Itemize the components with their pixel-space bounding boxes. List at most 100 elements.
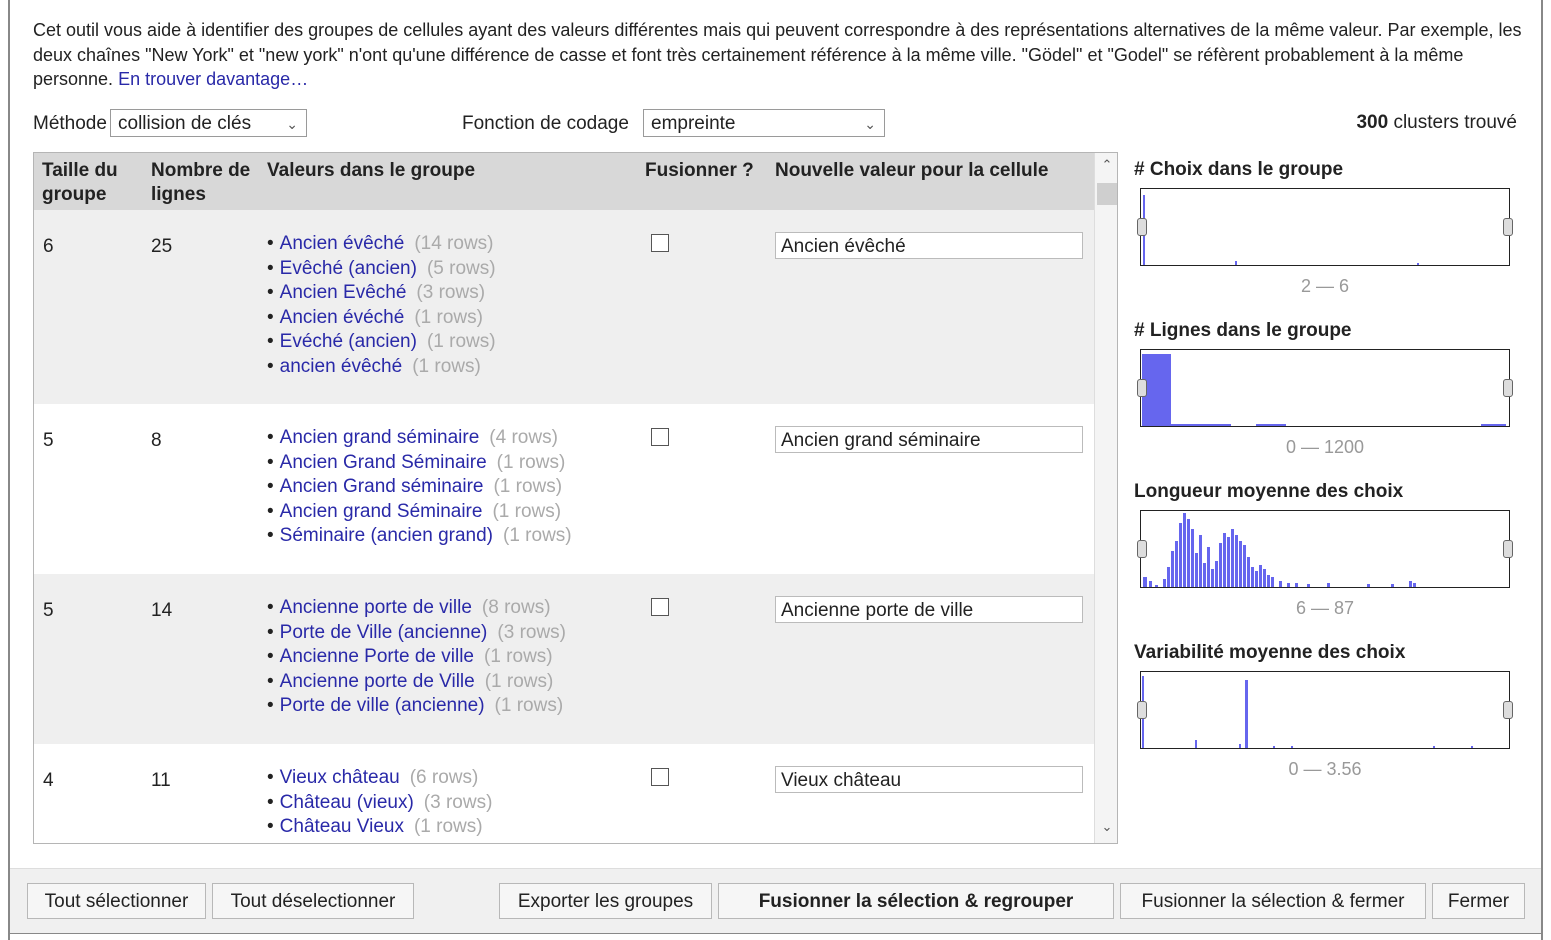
merge-checkbox[interactable] xyxy=(651,234,669,252)
merge-recluster-button[interactable]: Fusionner la sélection & regrouper xyxy=(718,883,1114,919)
histogram-bar xyxy=(1179,523,1182,587)
value-link[interactable]: Château Vieux xyxy=(280,816,404,837)
value-link[interactable]: Porte de Ville (ancienne) xyxy=(280,622,488,643)
histogram-bar xyxy=(1409,581,1412,587)
histogram-bar xyxy=(1171,551,1174,587)
table-row: 5 14 • Ancienne porte de ville (8 rows) • P… xyxy=(34,574,1094,744)
learn-more-link[interactable]: En trouver davantage… xyxy=(118,69,308,89)
header-merge: Fusionner ? xyxy=(645,160,754,181)
value-count: (6 rows) xyxy=(409,767,479,788)
new-value-input[interactable]: Ancien grand séminaire xyxy=(775,426,1083,453)
histogram-bar xyxy=(1417,263,1419,265)
values-list: • Vieux château (6 rows) • Château (vieux)(… xyxy=(267,766,492,840)
value-link[interactable]: Evéché (ancien) xyxy=(280,331,417,352)
value-link[interactable]: Vieux château xyxy=(280,767,400,788)
range-handle-left[interactable] xyxy=(1137,379,1147,397)
histogram-bar xyxy=(1239,744,1241,748)
facet-range-length: 6 — 87 xyxy=(1295,598,1355,618)
chevron-down-icon: ⌄ xyxy=(286,116,298,132)
list-item: • Ancienne Porte de ville (1 rows) xyxy=(267,646,553,667)
histogram-bar xyxy=(1163,579,1166,587)
list-item: • ancien évêché (1 rows) xyxy=(267,355,481,377)
new-value-input[interactable]: Vieux château xyxy=(775,766,1083,793)
merge-close-button[interactable]: Fusionner la sélection & fermer xyxy=(1120,883,1426,919)
new-value-input[interactable]: Ancienne porte de ville xyxy=(775,596,1083,623)
merge-checkbox[interactable] xyxy=(651,428,669,446)
header-group-size: Taille du groupe xyxy=(42,160,118,205)
group-size: 6 xyxy=(43,236,54,257)
histogram-bar xyxy=(1195,553,1198,587)
function-select[interactable]: empreinte ⌄ xyxy=(643,109,885,137)
value-link[interactable]: ancien évêché xyxy=(280,356,403,377)
merge-checkbox[interactable] xyxy=(651,768,669,786)
histogram-chart xyxy=(1143,195,1419,265)
header-row-count: Nombre de lignes xyxy=(151,160,251,205)
method-value: collision de clés xyxy=(118,113,252,134)
value-count: (1 rows) xyxy=(484,646,553,667)
intro-text: Cet outil vous aide à identifier des gro… xyxy=(33,18,1523,92)
table-row: 5 8 • Ancien grand séminaire (4 rows) • Anc… xyxy=(34,404,1094,574)
histogram-bar xyxy=(1223,533,1226,587)
list-item: • Evéché (ancien) (1 rows) xyxy=(267,331,496,352)
select-all-button[interactable]: Tout sélectionner xyxy=(27,883,206,919)
value-link[interactable]: Ancien Evêché xyxy=(280,282,407,303)
merge-checkbox[interactable] xyxy=(651,598,669,616)
value-link[interactable]: Ancienne porte de Ville xyxy=(280,671,475,692)
value-count: (5 rows) xyxy=(426,257,496,279)
value-count: (1 rows) xyxy=(492,500,562,522)
new-value-input[interactable]: Ancien évêché xyxy=(775,232,1083,259)
value-link[interactable]: Château (vieux) xyxy=(280,792,414,813)
histogram-bar xyxy=(1171,424,1231,426)
histogram-bar xyxy=(1215,561,1218,587)
close-button[interactable]: Fermer xyxy=(1432,883,1525,919)
range-handle-right[interactable] xyxy=(1503,701,1513,719)
histogram-bar xyxy=(1231,529,1234,587)
scroll-thumb[interactable] xyxy=(1097,183,1117,205)
range-handle-right[interactable] xyxy=(1503,218,1513,236)
value-link[interactable]: Ancien Grand Séminaire xyxy=(280,452,487,473)
table-scrollbar[interactable]: ⌃ ⌄ xyxy=(1094,153,1117,843)
deselect-all-button[interactable]: Tout déselectionner xyxy=(212,883,414,919)
histogram-bar xyxy=(1227,537,1230,587)
range-handle-left[interactable] xyxy=(1137,218,1147,236)
value-count: (3 rows) xyxy=(423,791,493,813)
range-handle-right[interactable] xyxy=(1503,540,1513,558)
range-handle-right[interactable] xyxy=(1503,379,1513,397)
chevron-up-icon[interactable]: ⌃ xyxy=(1095,157,1117,173)
range-handle-left[interactable] xyxy=(1137,701,1147,719)
method-select[interactable]: collision de clés ⌄ xyxy=(110,109,307,137)
value-count: (1 rows) xyxy=(426,331,496,352)
value-link[interactable]: Ancien grand séminaire xyxy=(280,427,480,448)
histogram-bar xyxy=(1391,584,1394,587)
value-link[interactable]: Ancienne porte de ville xyxy=(280,597,472,618)
clusters-table: Taille du groupe Nombre de lignes Valeur… xyxy=(33,152,1118,844)
table-header: Taille du groupe Nombre de lignes Valeur… xyxy=(34,153,1094,210)
value-link[interactable]: Séminaire (ancien grand) xyxy=(280,525,493,546)
value-link[interactable]: Ancien évéché xyxy=(280,307,405,328)
value-link[interactable]: Ancien évêché xyxy=(280,233,405,254)
histogram-bar xyxy=(1195,740,1197,748)
values-list: • Ancienne porte de ville (8 rows) • Porte … xyxy=(267,596,566,719)
histogram-bar xyxy=(1263,569,1266,587)
value-link[interactable]: Porte de ville (ancienne) xyxy=(280,695,485,716)
list-item: • Séminaire (ancien grand) (1 rows) xyxy=(267,525,572,546)
value-link[interactable]: Ancienne Porte de ville xyxy=(280,646,474,667)
group-size: 5 xyxy=(43,430,54,451)
value-count: (4 rows) xyxy=(489,427,558,448)
chevron-down-icon[interactable]: ⌄ xyxy=(1095,819,1117,835)
range-handle-left[interactable] xyxy=(1137,540,1147,558)
histogram-bar xyxy=(1149,581,1152,587)
table-row: 6 25 • Ancien évêché (14 rows) • Evêché (an… xyxy=(34,210,1094,404)
value-link[interactable]: Ancien Grand séminaire xyxy=(280,476,484,497)
value-count: (1 rows) xyxy=(496,451,566,473)
histogram-bar xyxy=(1256,424,1286,426)
value-count: (1 rows) xyxy=(494,695,564,716)
value-link[interactable]: Evêché (ancien) xyxy=(280,258,417,279)
histogram-bar xyxy=(1481,424,1506,426)
method-label: Méthode xyxy=(33,113,107,134)
value-link[interactable]: Ancien grand Séminaire xyxy=(280,501,483,522)
list-item: • Vieux château (6 rows) xyxy=(267,767,479,788)
value-count: (1 rows) xyxy=(412,355,481,377)
histogram-bar xyxy=(1155,585,1158,587)
export-clusters-button[interactable]: Exporter les groupes xyxy=(499,883,712,919)
